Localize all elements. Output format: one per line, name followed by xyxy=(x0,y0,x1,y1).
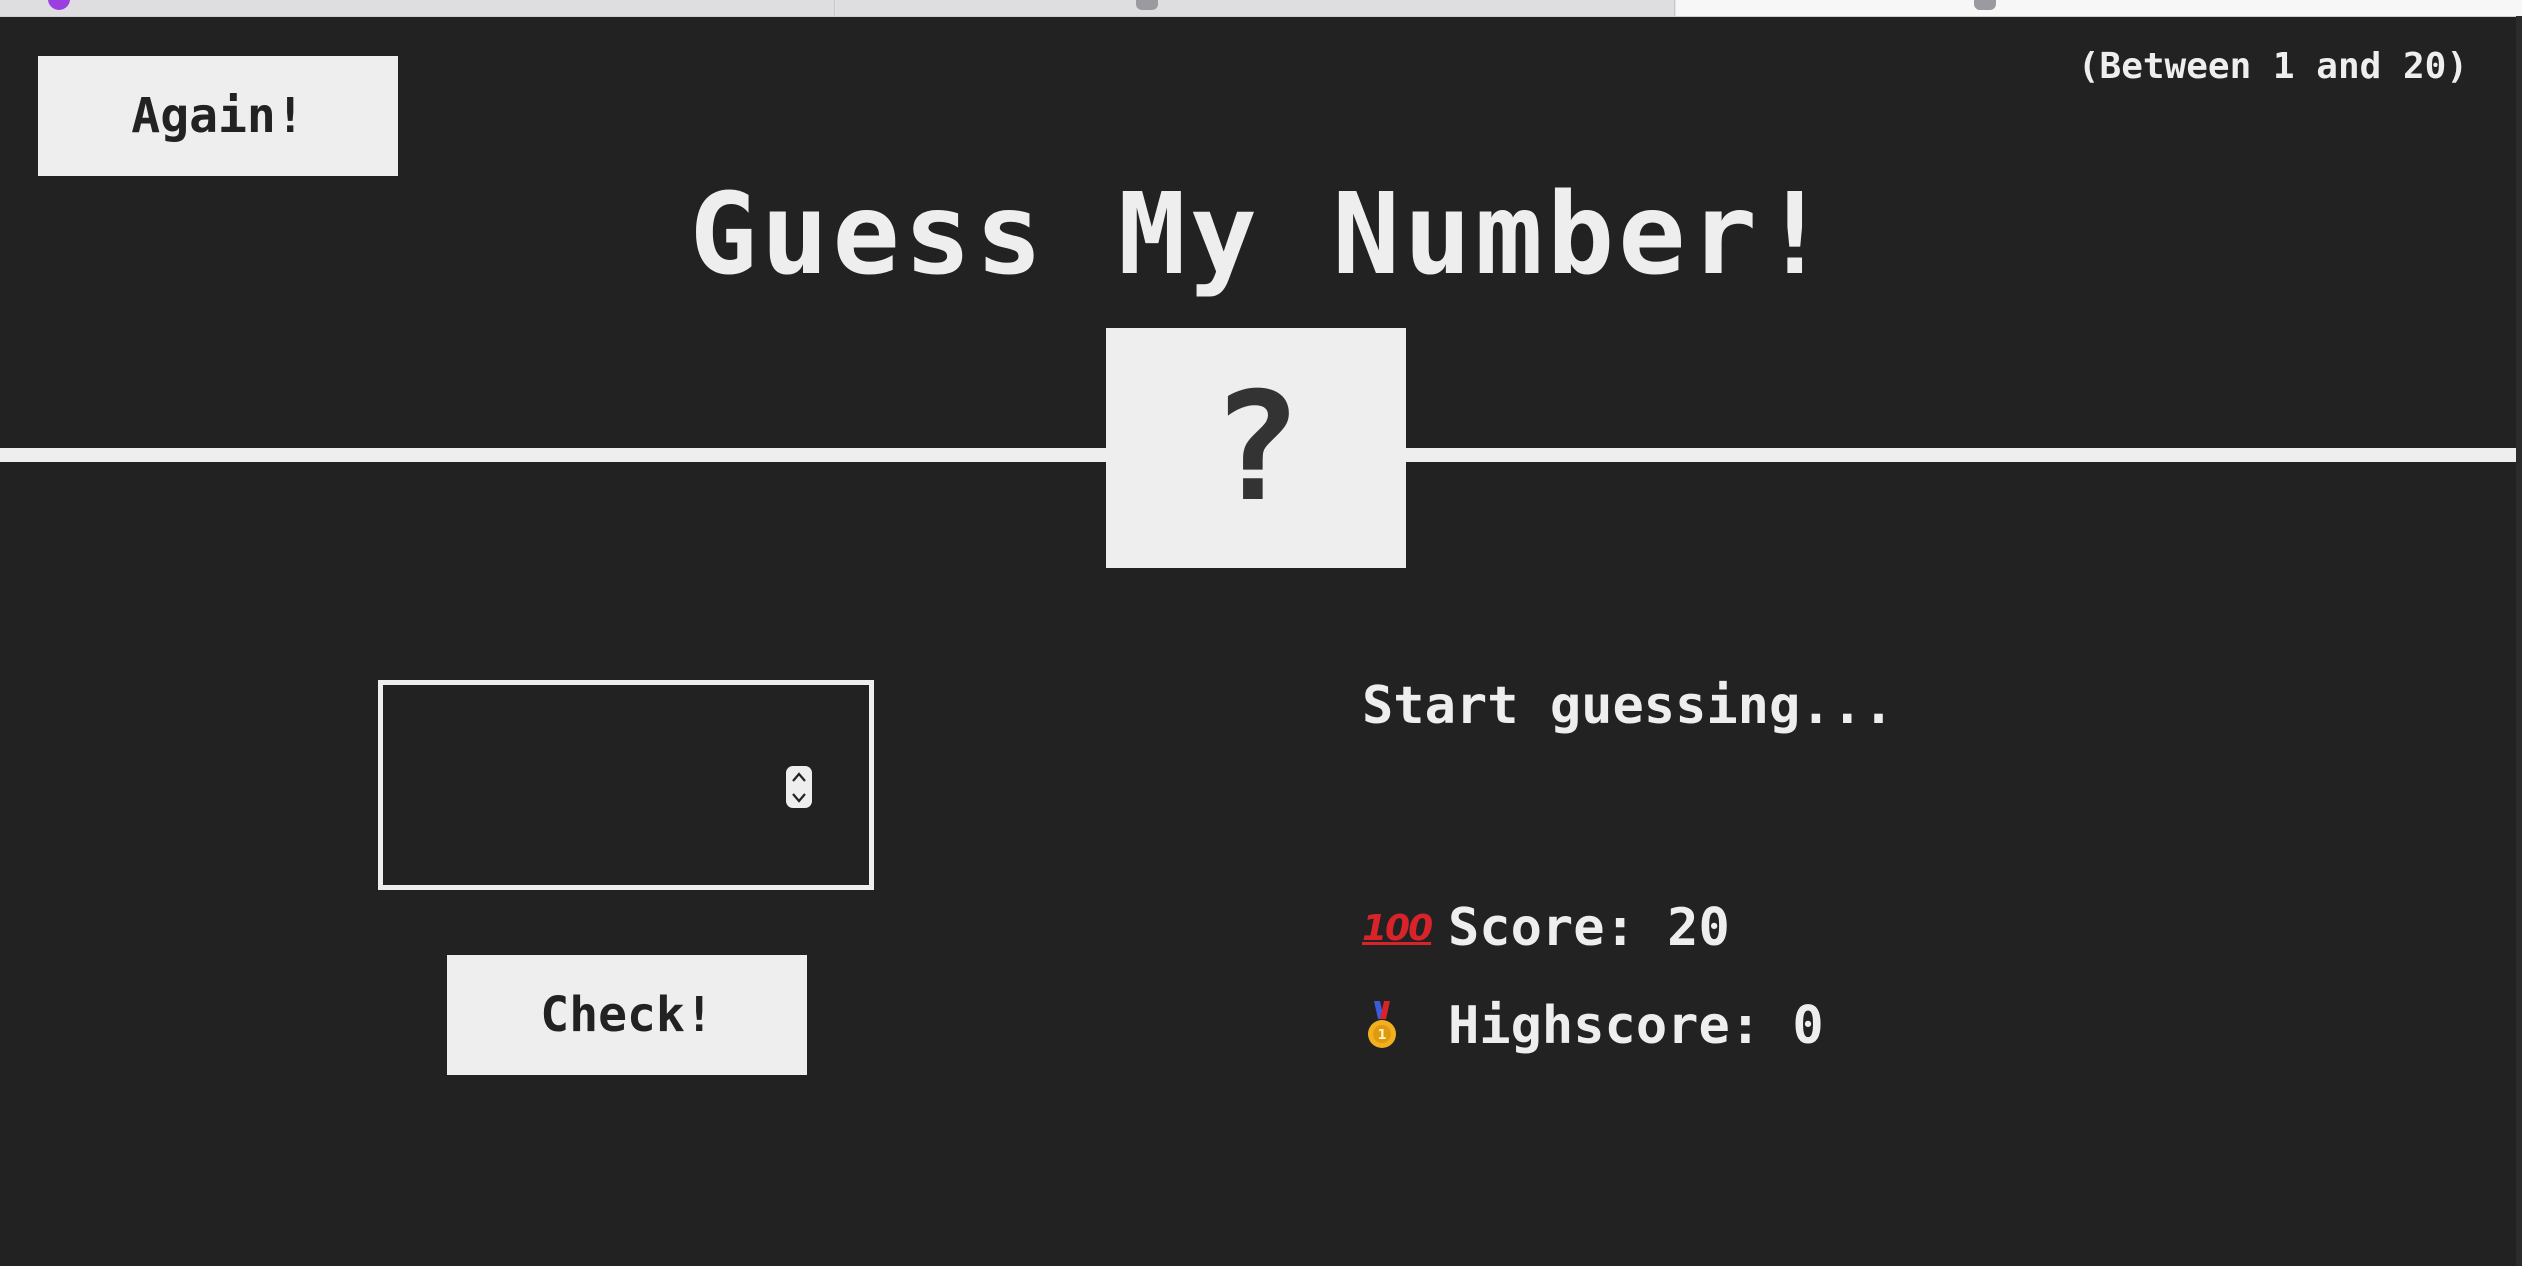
svg-text:1: 1 xyxy=(1377,1028,1386,1043)
highscore-row: 1 Highscore: 0 xyxy=(1362,996,1824,1056)
browser-tab-strip xyxy=(0,0,2522,17)
score-row: 100 Score: 20 xyxy=(1362,898,1730,958)
score-label: Score: xyxy=(1448,898,1668,958)
number-stepper[interactable] xyxy=(786,766,812,808)
range-hint: (Between 1 and 20) xyxy=(2077,46,2468,87)
again-button[interactable]: Again! xyxy=(38,56,398,176)
chevron-down-icon[interactable] xyxy=(791,792,807,804)
chevron-up-icon[interactable] xyxy=(791,771,807,783)
secret-number-box: ? xyxy=(1106,328,1406,568)
browser-tab[interactable] xyxy=(0,0,835,16)
highscore-label: Highscore: xyxy=(1448,996,1793,1056)
tab-favicon-icon xyxy=(1136,0,1158,10)
page-title: Guess My Number! xyxy=(689,170,1833,300)
tab-favicon-icon xyxy=(48,0,70,10)
medal-icon: 1 xyxy=(1362,1001,1414,1051)
score-value: 20 xyxy=(1667,898,1730,958)
hundred-points-icon: 100 xyxy=(1362,907,1433,949)
browser-tab-active[interactable] xyxy=(1676,0,2522,16)
tab-favicon-icon xyxy=(1974,0,1996,10)
page-scrollbar[interactable] xyxy=(2516,16,2522,1266)
status-message: Start guessing... xyxy=(1362,676,1895,736)
check-button[interactable]: Check! xyxy=(447,955,807,1075)
highscore-value: 0 xyxy=(1792,996,1824,1056)
browser-tab[interactable] xyxy=(836,0,1675,16)
